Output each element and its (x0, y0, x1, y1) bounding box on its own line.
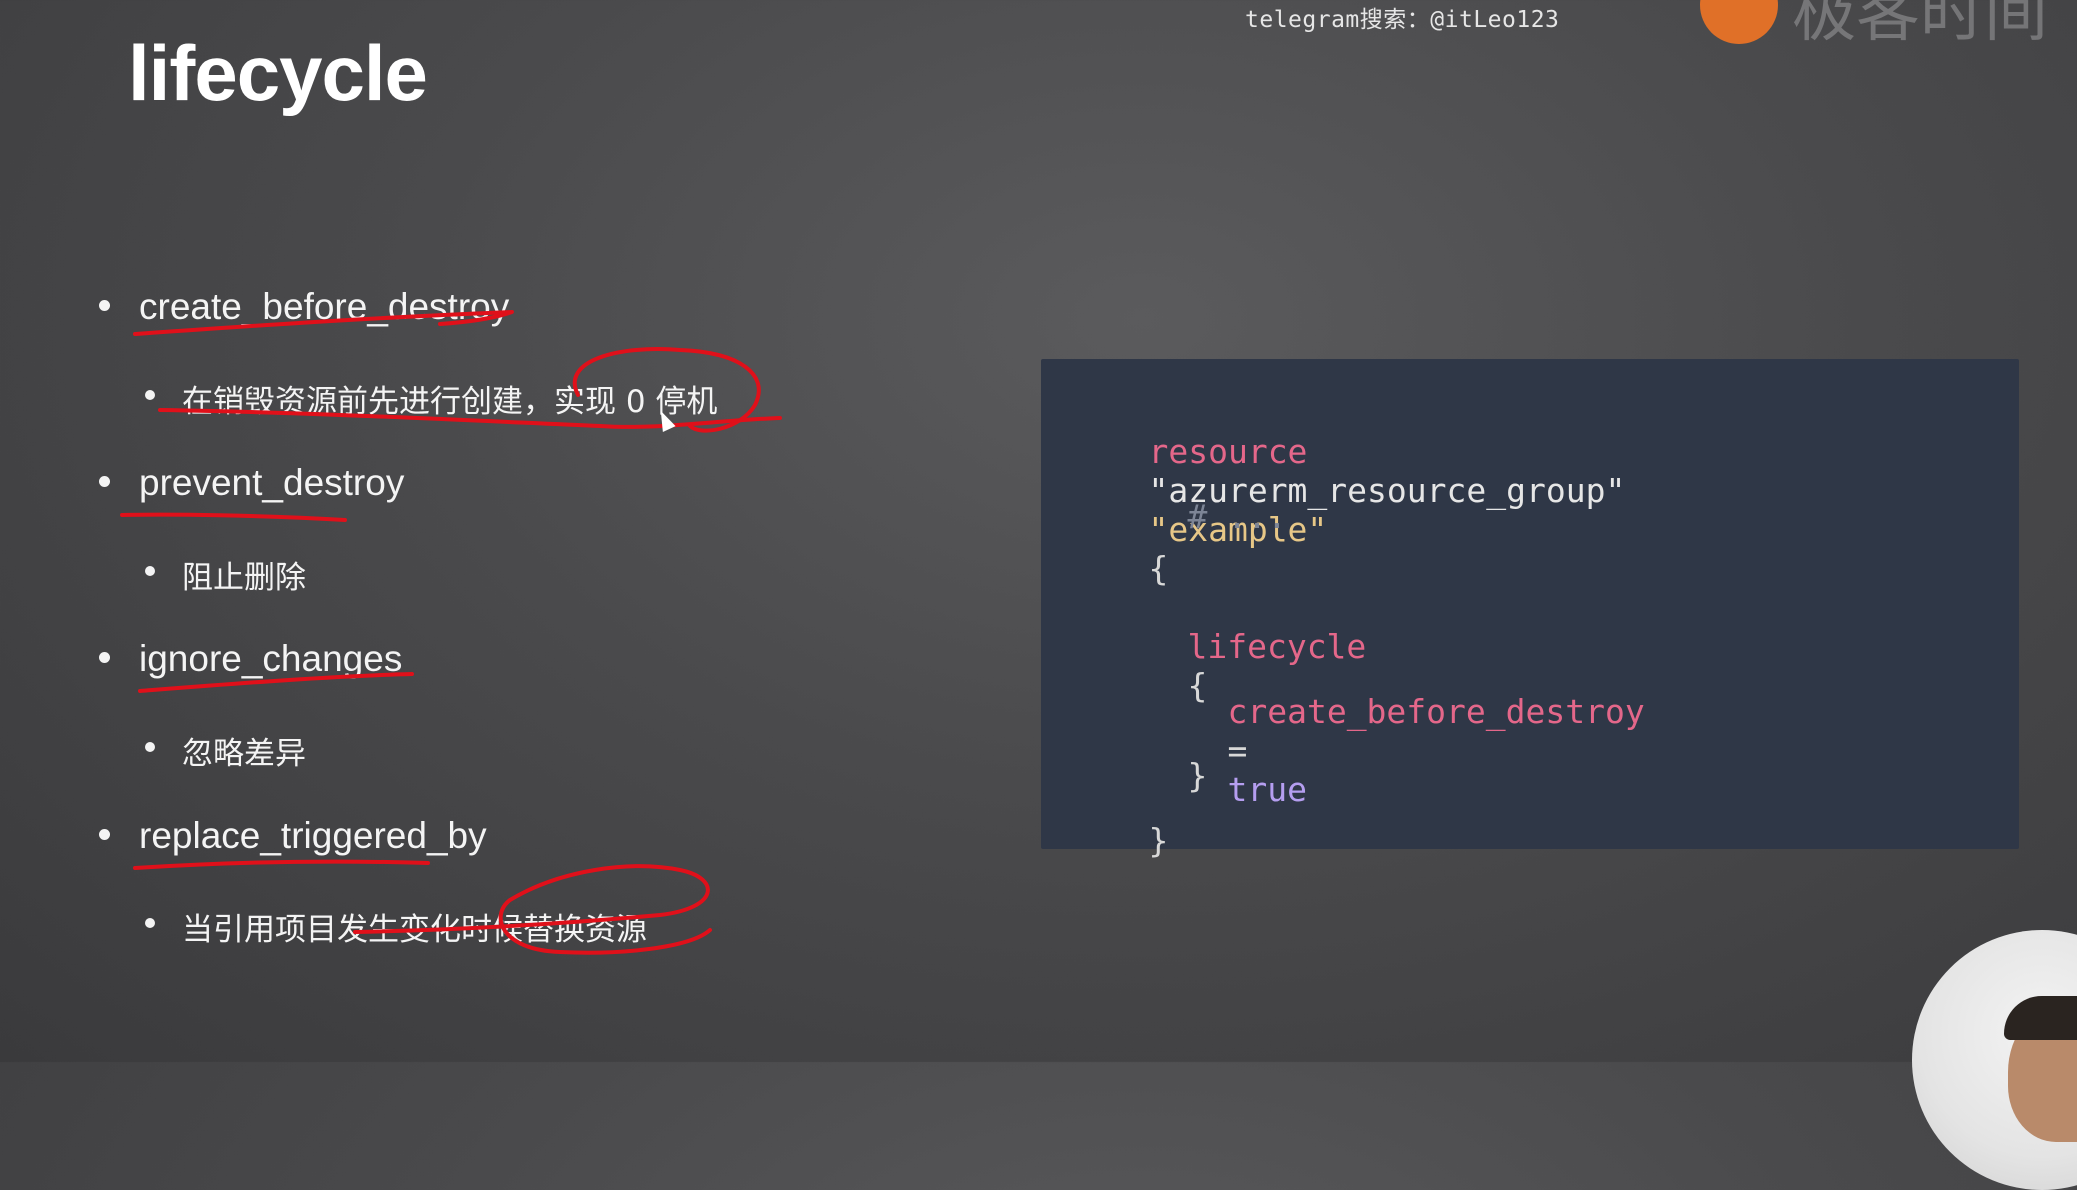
bullet-item: replace_triggered_by (99, 815, 487, 857)
sub-bullet-item: 当引用项目发生变化时候替换资源 (145, 904, 647, 949)
presenter-hair (2004, 996, 2077, 1040)
bullet-item: create_before_destroy (99, 286, 510, 328)
code-block: resource "azurerm_resource_group" "examp… (1041, 359, 2019, 860)
underline-prevent-destroy (120, 512, 347, 522)
sub-bullet-item: 在销毁资源前先进行创建，实现 0 停机 (145, 376, 718, 421)
code-line-6: } (1069, 782, 1168, 899)
bullet-dot-icon (99, 829, 110, 840)
code-close-brace: } (1187, 756, 1208, 795)
sub-bullet-text: 在销毁资源前先进行创建，实现 0 停机 (182, 384, 718, 420)
bullet-label: ignore_changes (139, 638, 403, 679)
code-close-brace: } (1148, 821, 1169, 860)
bullet-label: prevent_destroy (139, 462, 405, 503)
underline-replace-triggered (133, 859, 430, 870)
bullet-label: replace_triggered_by (139, 815, 487, 856)
code-line-4: create_before_destroy = true (1148, 653, 1645, 848)
logo-mark-icon (1700, 0, 1778, 44)
bullet-item: prevent_destroy (99, 462, 405, 504)
code-comment: # ... (1187, 497, 1287, 536)
sub-bullet-dot-icon (145, 918, 155, 928)
bullet-dot-icon (99, 476, 110, 487)
bullet-dot-icon (99, 652, 110, 663)
bullet-dot-icon (99, 300, 110, 311)
sub-bullet-item: 忽略差异 (145, 728, 306, 773)
sub-bullet-text: 忽略差异 (182, 736, 306, 772)
sub-bullet-text: 当引用项目发生变化时候替换资源 (182, 912, 647, 948)
code-attribute: create_before_destroy (1227, 692, 1645, 731)
bullet-label: create_before_destroy (139, 286, 510, 327)
code-line-2: # ... (1108, 458, 1287, 575)
code-boolean: true (1227, 770, 1307, 809)
sub-bullet-dot-icon (145, 742, 155, 752)
sub-bullet-dot-icon (145, 390, 155, 400)
watermark-text: telegram搜索：@itLeo123 (1245, 7, 1560, 33)
bullet-item: ignore_changes (99, 638, 403, 680)
sub-bullet-dot-icon (145, 566, 155, 576)
sub-bullet-item: 阻止删除 (145, 552, 306, 597)
presenter-webcam (1912, 930, 2077, 1190)
brand-logo: 极客时间 (1700, 0, 2077, 46)
code-equals: = (1227, 731, 1248, 770)
sub-bullet-text: 阻止删除 (182, 560, 306, 596)
slide-title: lifecycle (128, 29, 428, 117)
logo-text: 极客时间 (1792, 0, 2048, 46)
